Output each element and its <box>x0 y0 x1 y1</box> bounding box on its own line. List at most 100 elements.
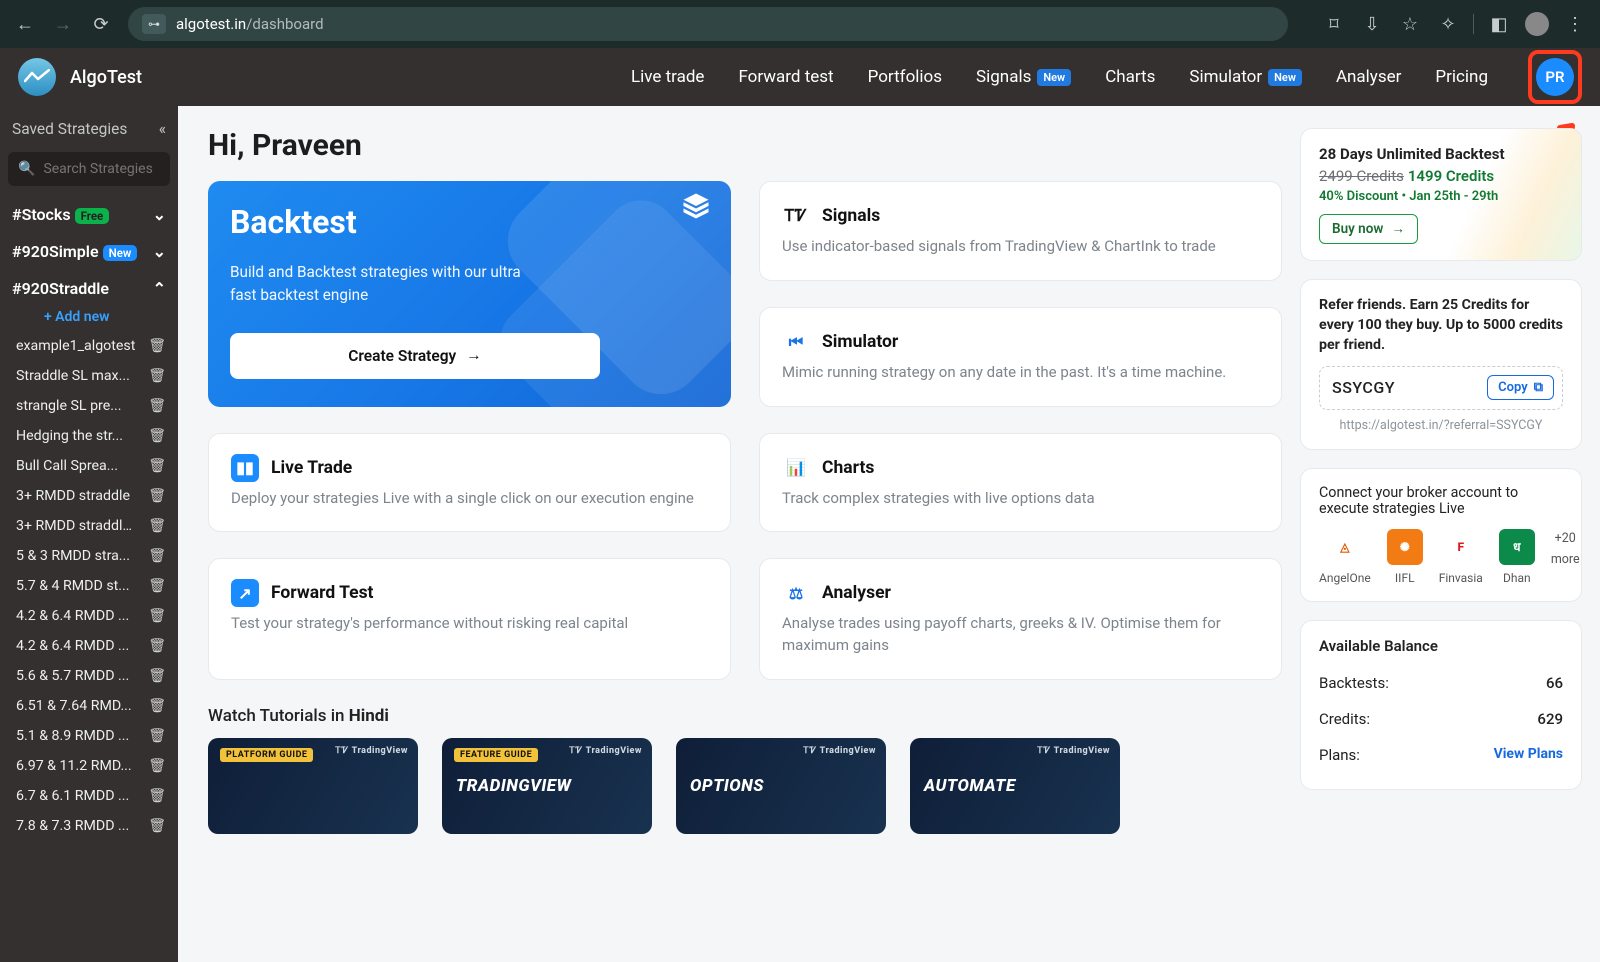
trash-icon[interactable]: 🗑 <box>148 638 166 654</box>
trash-icon[interactable]: 🗑 <box>148 728 166 744</box>
nav-signals-badge: New <box>1037 69 1071 86</box>
star-icon[interactable]: ☆ <box>1393 7 1427 41</box>
user-avatar[interactable]: PR <box>1536 58 1574 96</box>
profile-chip[interactable] <box>1520 7 1554 41</box>
offer-card: 28 Days Unlimited Backtest 2499 Credits1… <box>1300 128 1582 261</box>
sidebar-strategy-item[interactable]: 5.7 & 4 RMDD st...🗑 <box>0 571 178 601</box>
sidebar-strategy-item[interactable]: 3+ RMDD straddle 2🗑 <box>0 511 178 541</box>
tutorials-section: Watch Tutorials in Hindi PLATFORM GUIDEᎢ… <box>208 706 1282 834</box>
balance-card: Available Balance Backtests:66 Credits:6… <box>1300 620 1582 790</box>
sidebar-strategy-item[interactable]: 7.8 & 7.3 RMDD ...🗑 <box>0 811 178 841</box>
signals-icon: ᎢᏤ <box>782 202 810 230</box>
trash-icon[interactable]: 🗑 <box>148 398 166 414</box>
card-forward-test[interactable]: ↗Forward Test Test your strategy's perfo… <box>208 558 731 680</box>
nav-portfolios[interactable]: Portfolios <box>868 67 942 87</box>
trash-icon[interactable]: 🗑 <box>148 338 166 354</box>
sidebar-strategy-item[interactable]: 5 & 3 RMDD stra...🗑 <box>0 541 178 571</box>
brand-name[interactable]: AlgoTest <box>70 67 142 88</box>
broker-more[interactable]: +20more <box>1551 529 1580 567</box>
card-backtest-desc: Build and Backtest strategies with our u… <box>230 261 530 307</box>
extensions-icon[interactable]: ✧ <box>1431 7 1465 41</box>
nav-forward-test[interactable]: Forward test <box>738 67 833 87</box>
copy-button[interactable]: Copy⧉ <box>1487 375 1554 400</box>
broker-dhan[interactable]: धDhan <box>1499 529 1535 585</box>
chevron-up-icon: ⌃ <box>153 279 166 298</box>
trend-icon: ↗ <box>231 579 259 607</box>
nav-simulator[interactable]: SimulatorNew <box>1189 67 1302 87</box>
page-greeting: Hi, Praveen <box>208 128 1282 163</box>
search-input[interactable] <box>43 161 160 177</box>
sidebar-strategy-item[interactable]: 3+ RMDD straddle🗑 <box>0 481 178 511</box>
copy-icon: ⧉ <box>1534 380 1543 395</box>
trash-icon[interactable]: 🗑 <box>148 548 166 564</box>
nav-signals[interactable]: SignalsNew <box>976 67 1071 87</box>
nav-charts[interactable]: Charts <box>1105 67 1155 87</box>
buy-now-button[interactable]: Buy now→ <box>1319 214 1418 244</box>
trash-icon[interactable]: 🗑 <box>148 488 166 504</box>
card-charts[interactable]: 📊Charts Track complex strategies with li… <box>759 433 1282 533</box>
arrow-right-icon: → <box>1391 221 1405 237</box>
trash-icon[interactable]: 🗑 <box>148 608 166 624</box>
trash-icon[interactable]: 🗑 <box>148 578 166 594</box>
url-domain: algotest.in <box>176 15 246 33</box>
site-info-icon[interactable]: ⊶ <box>142 14 166 34</box>
sidebar-strategy-item[interactable]: 5.1 & 8.9 RMDD ...🗑 <box>0 721 178 751</box>
view-plans-link[interactable]: View Plans <box>1494 746 1563 764</box>
sidebar-strategy-item[interactable]: 5.6 & 5.7 RMDD ...🗑 <box>0 661 178 691</box>
forward-icon[interactable]: → <box>46 7 80 41</box>
sidebar-strategy-item[interactable]: 4.2 & 6.4 RMDD ...🗑 <box>0 631 178 661</box>
nav-analyser[interactable]: Analyser <box>1336 67 1401 87</box>
tutorial-video[interactable]: ᎢᏤ TradingViewOPTIONS <box>676 738 886 834</box>
pill-free: Free <box>75 208 110 224</box>
sidebar-strategy-item[interactable]: Straddle SL max...🗑 <box>0 361 178 391</box>
sidebar-strategy-item[interactable]: Bull Call Sprea...🗑 <box>0 451 178 481</box>
trash-icon[interactable]: 🗑 <box>148 698 166 714</box>
layers-icon <box>681 191 711 228</box>
avatar-highlight: PR <box>1528 50 1582 104</box>
tutorial-video[interactable]: ᎢᏤ TradingViewAUTOMATE <box>910 738 1120 834</box>
sidebar-strategy-item[interactable]: 6.51 & 7.64 RMD...🗑 <box>0 691 178 721</box>
sidebar-strategy-item[interactable]: example1_algotest🗑 <box>0 331 178 361</box>
sidebar-group-stocks[interactable]: #StocksFree ⌄ <box>0 196 178 233</box>
nav-pricing[interactable]: Pricing <box>1435 67 1488 87</box>
tutorial-video[interactable]: FEATURE GUIDEᎢᏤ TradingViewTRADINGVIEW <box>442 738 652 834</box>
trash-icon[interactable]: 🗑 <box>148 758 166 774</box>
broker-angelone[interactable]: ◬AngelOne <box>1319 529 1371 585</box>
offer-title: 28 Days Unlimited Backtest <box>1319 145 1563 163</box>
sidepanel-icon[interactable]: ◧ <box>1482 7 1516 41</box>
browser-toolbar: ← → ⟳ ⊶ algotest.in/dashboard ⌑ ⇩ ☆ ✧ ◧ … <box>0 0 1600 48</box>
url-bar[interactable]: ⊶ algotest.in/dashboard <box>128 7 1288 41</box>
reload-icon[interactable]: ⟳ <box>84 7 118 41</box>
sidebar-add-new[interactable]: + Add new <box>0 307 178 331</box>
trash-icon[interactable]: 🗑 <box>148 428 166 444</box>
sidebar-strategy-item[interactable]: 6.7 & 6.1 RMDD ...🗑 <box>0 781 178 811</box>
sidebar-strategy-item[interactable]: 4.2 & 6.4 RMDD ...🗑 <box>0 601 178 631</box>
trash-icon[interactable]: 🗑 <box>148 518 166 534</box>
trash-icon[interactable]: 🗑 <box>148 818 166 834</box>
card-simulator[interactable]: ⏮Simulator Mimic running strategy on any… <box>759 307 1282 407</box>
install-icon[interactable]: ⇩ <box>1355 7 1389 41</box>
key-icon[interactable]: ⌑ <box>1317 7 1351 41</box>
sidebar-strategy-item[interactable]: 6.97 & 11.2 RMD...🗑 <box>0 751 178 781</box>
broker-iifl[interactable]: ✺IIFL <box>1387 529 1423 585</box>
card-backtest[interactable]: Backtest Build and Backtest strategies w… <box>208 181 731 407</box>
card-signals[interactable]: ᎢᏤSignals Use indicator-based signals fr… <box>759 181 1282 281</box>
sidebar-strategy-item[interactable]: strangle SL pre...🗑 <box>0 391 178 421</box>
tutorial-video[interactable]: PLATFORM GUIDEᎢᏤ TradingView <box>208 738 418 834</box>
trash-icon[interactable]: 🗑 <box>148 368 166 384</box>
trash-icon[interactable]: 🗑 <box>148 668 166 684</box>
sidebar-search[interactable]: 🔍 <box>8 152 170 186</box>
sidebar-strategy-item[interactable]: Hedging the str...🗑 <box>0 421 178 451</box>
kebab-icon[interactable]: ⋮ <box>1558 7 1592 41</box>
trash-icon[interactable]: 🗑 <box>148 458 166 474</box>
trash-icon[interactable]: 🗑 <box>148 788 166 804</box>
back-icon[interactable]: ← <box>8 7 42 41</box>
sidebar-group-920simple[interactable]: #920SimpleNew ⌄ <box>0 233 178 270</box>
logo-icon[interactable] <box>18 58 56 96</box>
sidebar-group-920straddle[interactable]: #920Straddle ⌃ <box>0 270 178 307</box>
broker-finvasia[interactable]: FFinvasia <box>1439 529 1483 585</box>
sidebar-collapse-icon[interactable]: « <box>159 120 166 138</box>
card-live-trade[interactable]: ▮▮Live Trade Deploy your strategies Live… <box>208 433 731 533</box>
card-analyser[interactable]: ⚖Analyser Analyse trades using payoff ch… <box>759 558 1282 680</box>
nav-live-trade[interactable]: Live trade <box>631 67 705 87</box>
